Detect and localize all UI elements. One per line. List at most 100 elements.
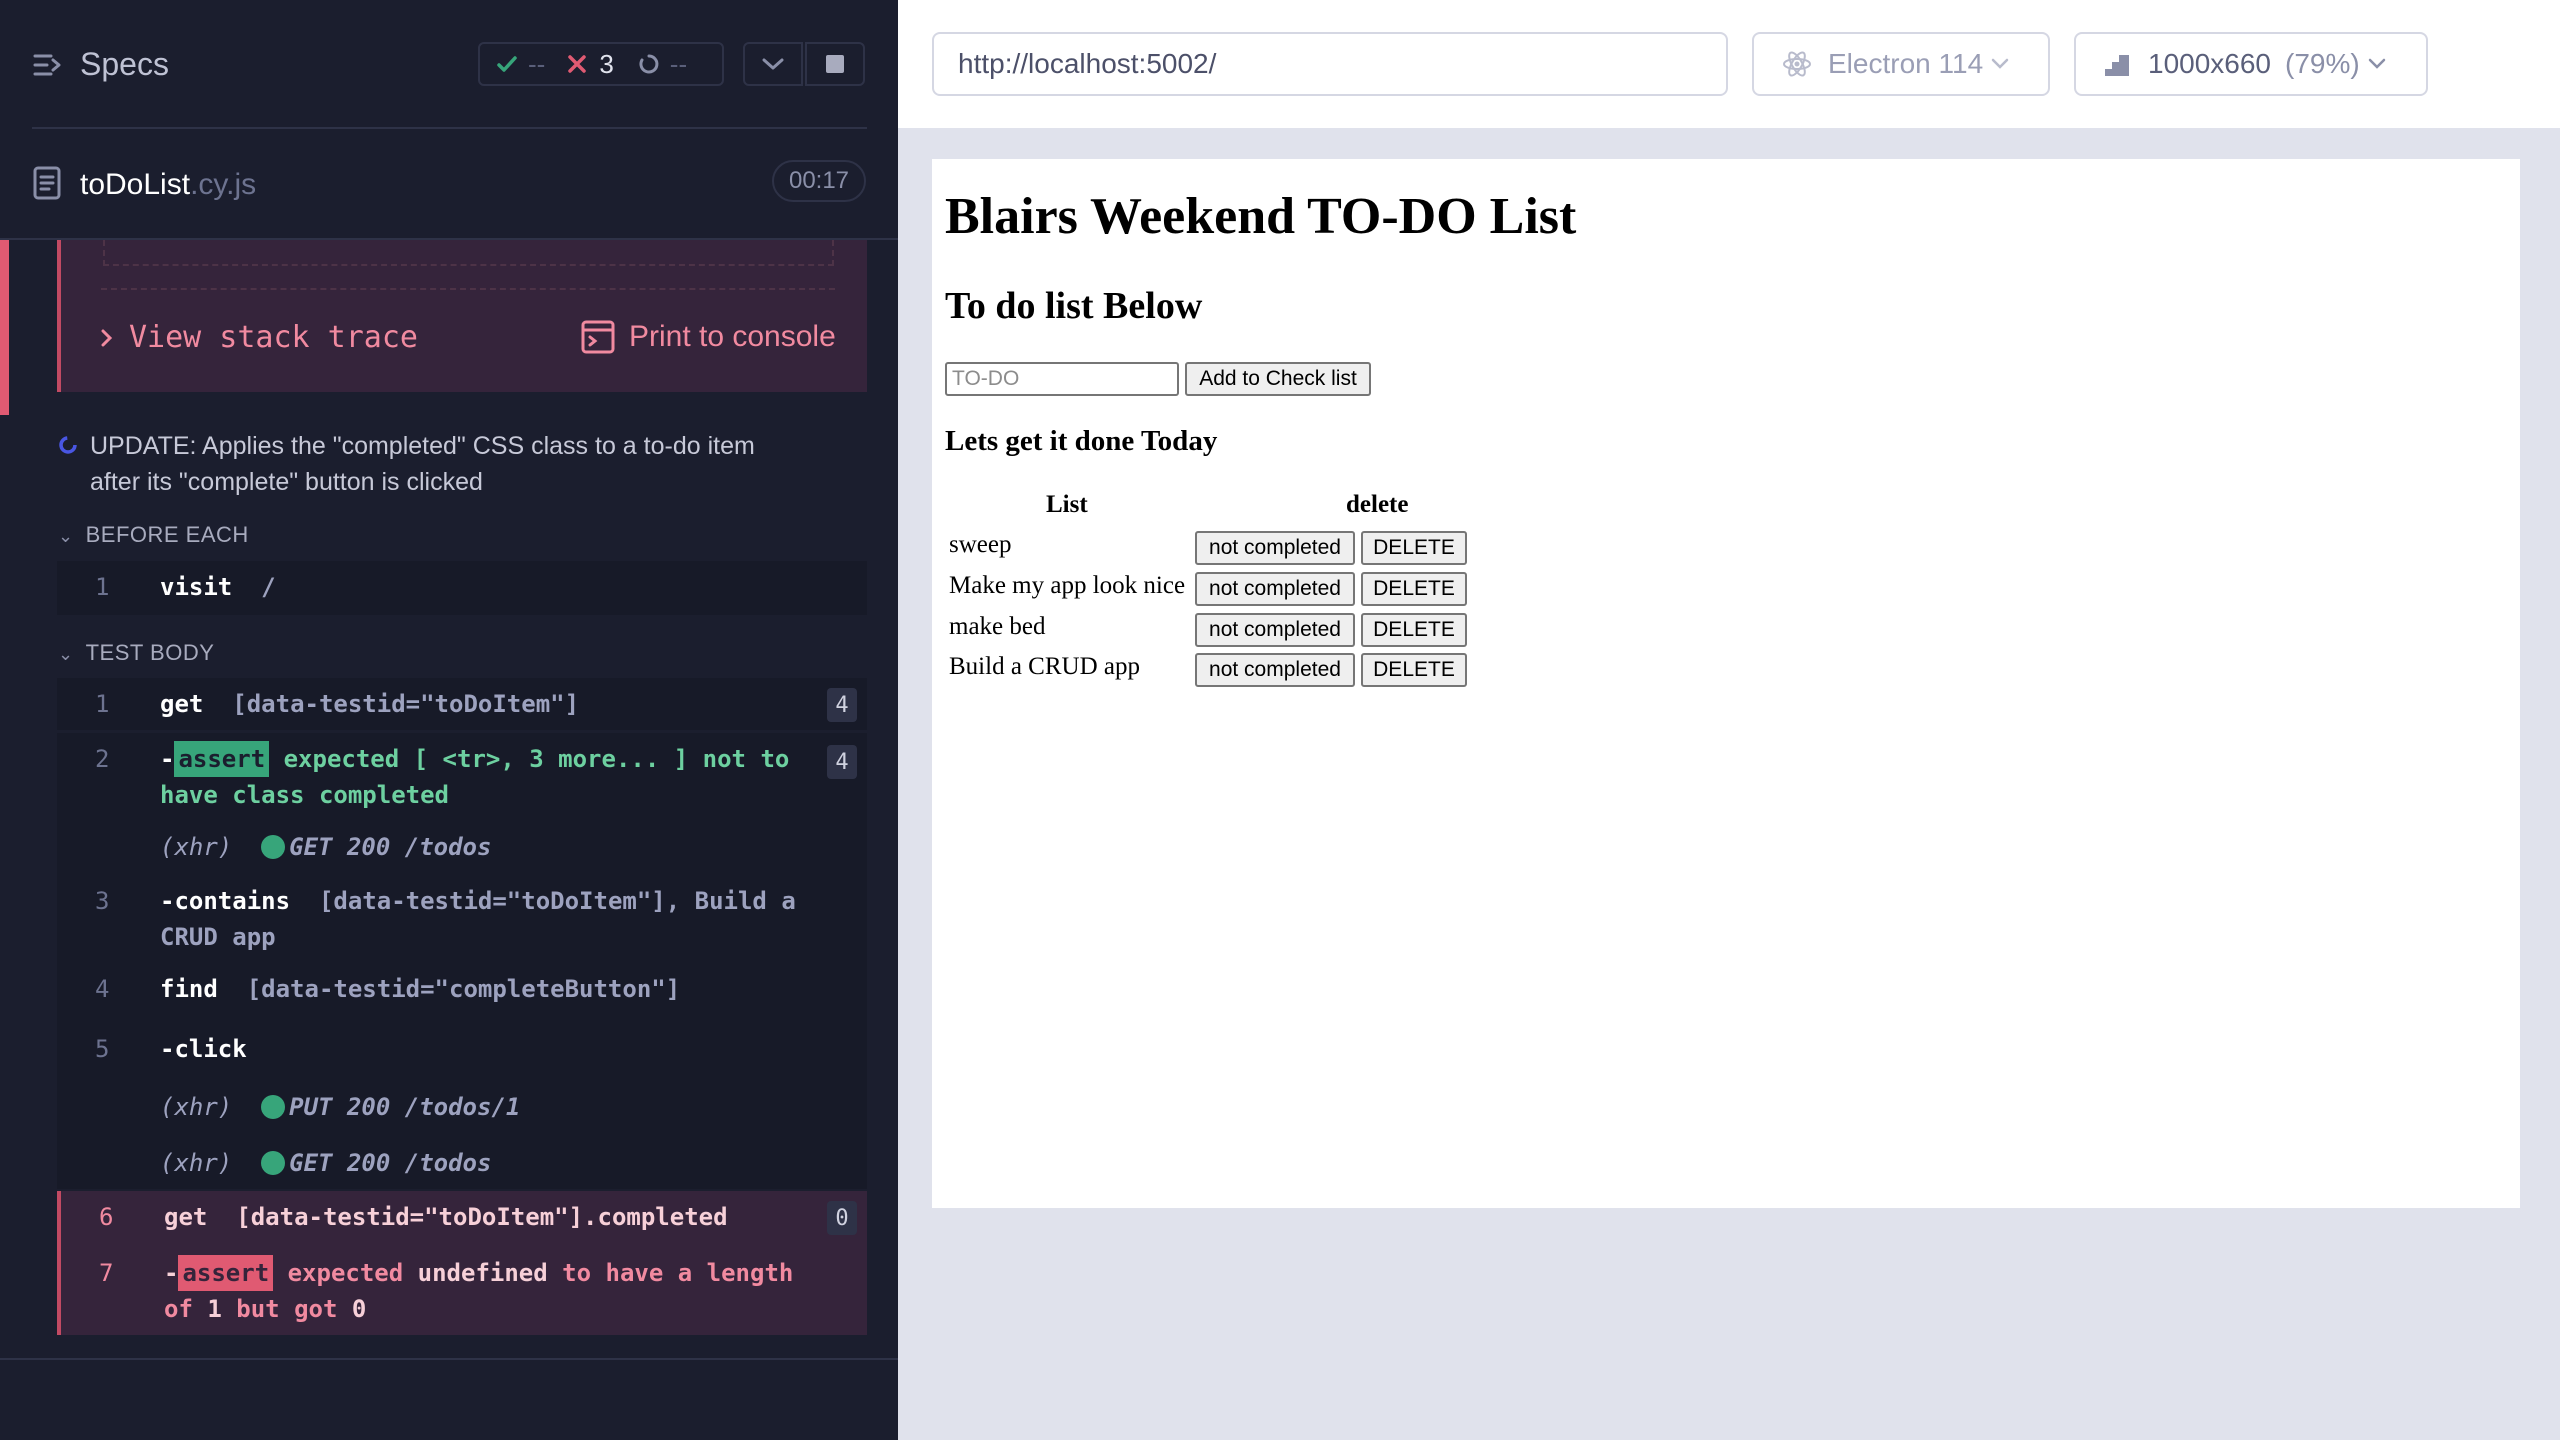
xhr-row[interactable]: (xhr) GET 200 /todos — [57, 819, 867, 871]
command-row[interactable]: 5 -click — [57, 1015, 867, 1077]
failed-test-indicator — [0, 240, 9, 415]
xhr-request: PUT 200 /todos/1 — [289, 1093, 521, 1121]
element-count-badge: 4 — [827, 688, 857, 722]
viewport-scale: (79%) — [2285, 48, 2360, 79]
assert-word: but got — [236, 1295, 338, 1323]
specs-list-icon[interactable] — [33, 50, 63, 80]
error-code-frame — [103, 240, 834, 266]
toggle-auto-scroll-button[interactable] — [743, 42, 803, 86]
complete-button[interactable]: not completed — [1195, 613, 1355, 647]
xhr-row[interactable]: (xhr) GET 200 /todos — [57, 1133, 867, 1189]
add-to-check-list-button[interactable]: Add to Check list — [1185, 362, 1371, 396]
element-count-badge: 4 — [827, 745, 857, 779]
test-title-line1: UPDATE: Applies the "completed" CSS clas… — [90, 432, 755, 460]
pending-stat: -- — [638, 49, 687, 80]
child-indicator: - — [160, 745, 175, 773]
status-dot-icon — [261, 1095, 286, 1119]
child-indicator: - — [160, 887, 175, 915]
complete-button[interactable]: not completed — [1195, 572, 1355, 606]
todo-item-text: Build a CRUD app — [949, 653, 1140, 680]
todo-input[interactable]: TO-DO — [945, 362, 1179, 396]
test-body-section[interactable]: ⌄ TEST BODY — [58, 640, 214, 666]
assert-badge: assert — [178, 1255, 274, 1291]
test-body-label: TEST BODY — [85, 640, 215, 665]
command-arg: [data-testid="toDoItem"].completed — [236, 1203, 728, 1231]
column-header-delete: delete — [1346, 491, 1409, 518]
complete-button[interactable]: not completed — [1195, 531, 1355, 565]
chevron-down-icon — [1991, 58, 2009, 69]
command-row[interactable]: 1 visit / — [57, 561, 867, 615]
error-divider — [101, 288, 835, 290]
command-arg: [data-testid="toDoItem"] — [232, 690, 580, 718]
command-row-failed[interactable]: 6 get [data-testid="toDoItem"].completed… — [57, 1191, 867, 1245]
spec-filename[interactable]: toDoList.cy.js — [80, 168, 256, 202]
command-number: 2 — [95, 745, 110, 773]
assert-value: 0 — [351, 1295, 367, 1323]
command-number: 6 — [99, 1203, 114, 1231]
command-name: contains — [174, 887, 291, 915]
stack-trace-label: View stack trace — [129, 320, 418, 355]
chevron-down-icon: ⌄ — [58, 526, 74, 546]
delete-button[interactable]: DELETE — [1361, 613, 1467, 647]
complete-button[interactable]: not completed — [1195, 653, 1355, 687]
browser-name: Electron 114 — [1828, 48, 1984, 79]
xhr-row[interactable]: (xhr) PUT 200 /todos/1 — [57, 1077, 867, 1133]
header-divider — [32, 127, 867, 129]
command-number: 5 — [95, 1035, 110, 1063]
child-indicator: - — [164, 1259, 179, 1287]
assert-value: completed — [318, 781, 449, 809]
command-number: 1 — [95, 573, 110, 601]
file-icon — [33, 166, 61, 200]
command-row-assert[interactable]: 2 - assert expected [ <tr>, 3 more... ] n… — [57, 733, 867, 819]
xhr-label: (xhr) — [160, 833, 233, 861]
browser-selector[interactable]: Electron 114 — [1752, 32, 2050, 96]
command-row[interactable]: 3 -contains [data-testid="toDoItem"], Bu… — [57, 871, 867, 961]
command-row-failed-assert[interactable]: 7 - assert expected undefined to have a l… — [57, 1245, 867, 1335]
command-name: click — [174, 1035, 247, 1063]
viewport-selector[interactable]: 1000x660 (79%) — [2074, 32, 2428, 96]
test-title[interactable]: UPDATE: Applies the "completed" CSS clas… — [58, 428, 838, 500]
command-row[interactable]: 1 get [data-testid="toDoItem"] 4 — [57, 678, 867, 730]
command-number: 3 — [95, 887, 110, 915]
column-header-list: List — [1046, 491, 1088, 518]
assert-badge: assert — [174, 741, 270, 777]
chevron-down-icon — [762, 58, 784, 70]
command-name: visit — [160, 573, 233, 601]
assert-subject: [ <tr>, 3 more... ] — [413, 745, 689, 773]
page-title: Blairs Weekend TO-DO List — [945, 188, 1577, 245]
command-arg: [data-testid="toDoItem"], Build a — [318, 887, 796, 915]
assert-word: of — [164, 1295, 193, 1323]
print-to-console-button[interactable]: Print to console — [581, 320, 836, 354]
status-dot-icon — [261, 835, 286, 859]
command-number: 7 — [99, 1259, 114, 1287]
passed-count: -- — [528, 48, 546, 79]
todo-item-text: Make my app look nice — [949, 572, 1186, 599]
delete-button[interactable]: DELETE — [1361, 531, 1467, 565]
specs-title[interactable]: Specs — [80, 46, 169, 83]
todo-item-text: sweep — [949, 531, 1012, 558]
command-row[interactable]: 4 find [data-testid="completeButton"] — [57, 961, 867, 1015]
child-indicator: - — [160, 1035, 175, 1063]
xhr-request: GET 200 /todos — [289, 1149, 492, 1177]
stop-button[interactable] — [805, 42, 865, 86]
delete-button[interactable]: DELETE — [1361, 653, 1467, 687]
before-each-hook[interactable]: ⌄ BEFORE EACH — [58, 522, 249, 548]
todo-item-text: make bed — [949, 613, 1046, 640]
app-under-test-panel: http://localhost:5002/ Electron 114 1000… — [898, 0, 2560, 1440]
spec-row: toDoList.cy.js 00:17 — [0, 150, 898, 240]
spec-duration: 00:17 — [772, 160, 866, 202]
ruler-icon — [2105, 55, 2129, 76]
x-icon — [568, 55, 587, 73]
command-arg: CRUD app — [160, 923, 276, 951]
stop-icon — [826, 55, 844, 73]
xhr-request: GET 200 /todos — [289, 833, 492, 861]
url-bar[interactable]: http://localhost:5002/ — [932, 32, 1728, 96]
xhr-label: (xhr) — [160, 1149, 233, 1177]
view-stack-trace-button[interactable]: View stack trace — [101, 320, 418, 355]
xhr-label: (xhr) — [160, 1093, 233, 1121]
delete-button[interactable]: DELETE — [1361, 572, 1467, 606]
command-log-panel: Specs -- 3 -- toDoList.cy.js 00:17 View … — [0, 0, 898, 1440]
print-to-console-label: Print to console — [629, 320, 836, 353]
footer-divider — [0, 1358, 898, 1360]
spec-name-text: toDoList — [80, 168, 191, 201]
